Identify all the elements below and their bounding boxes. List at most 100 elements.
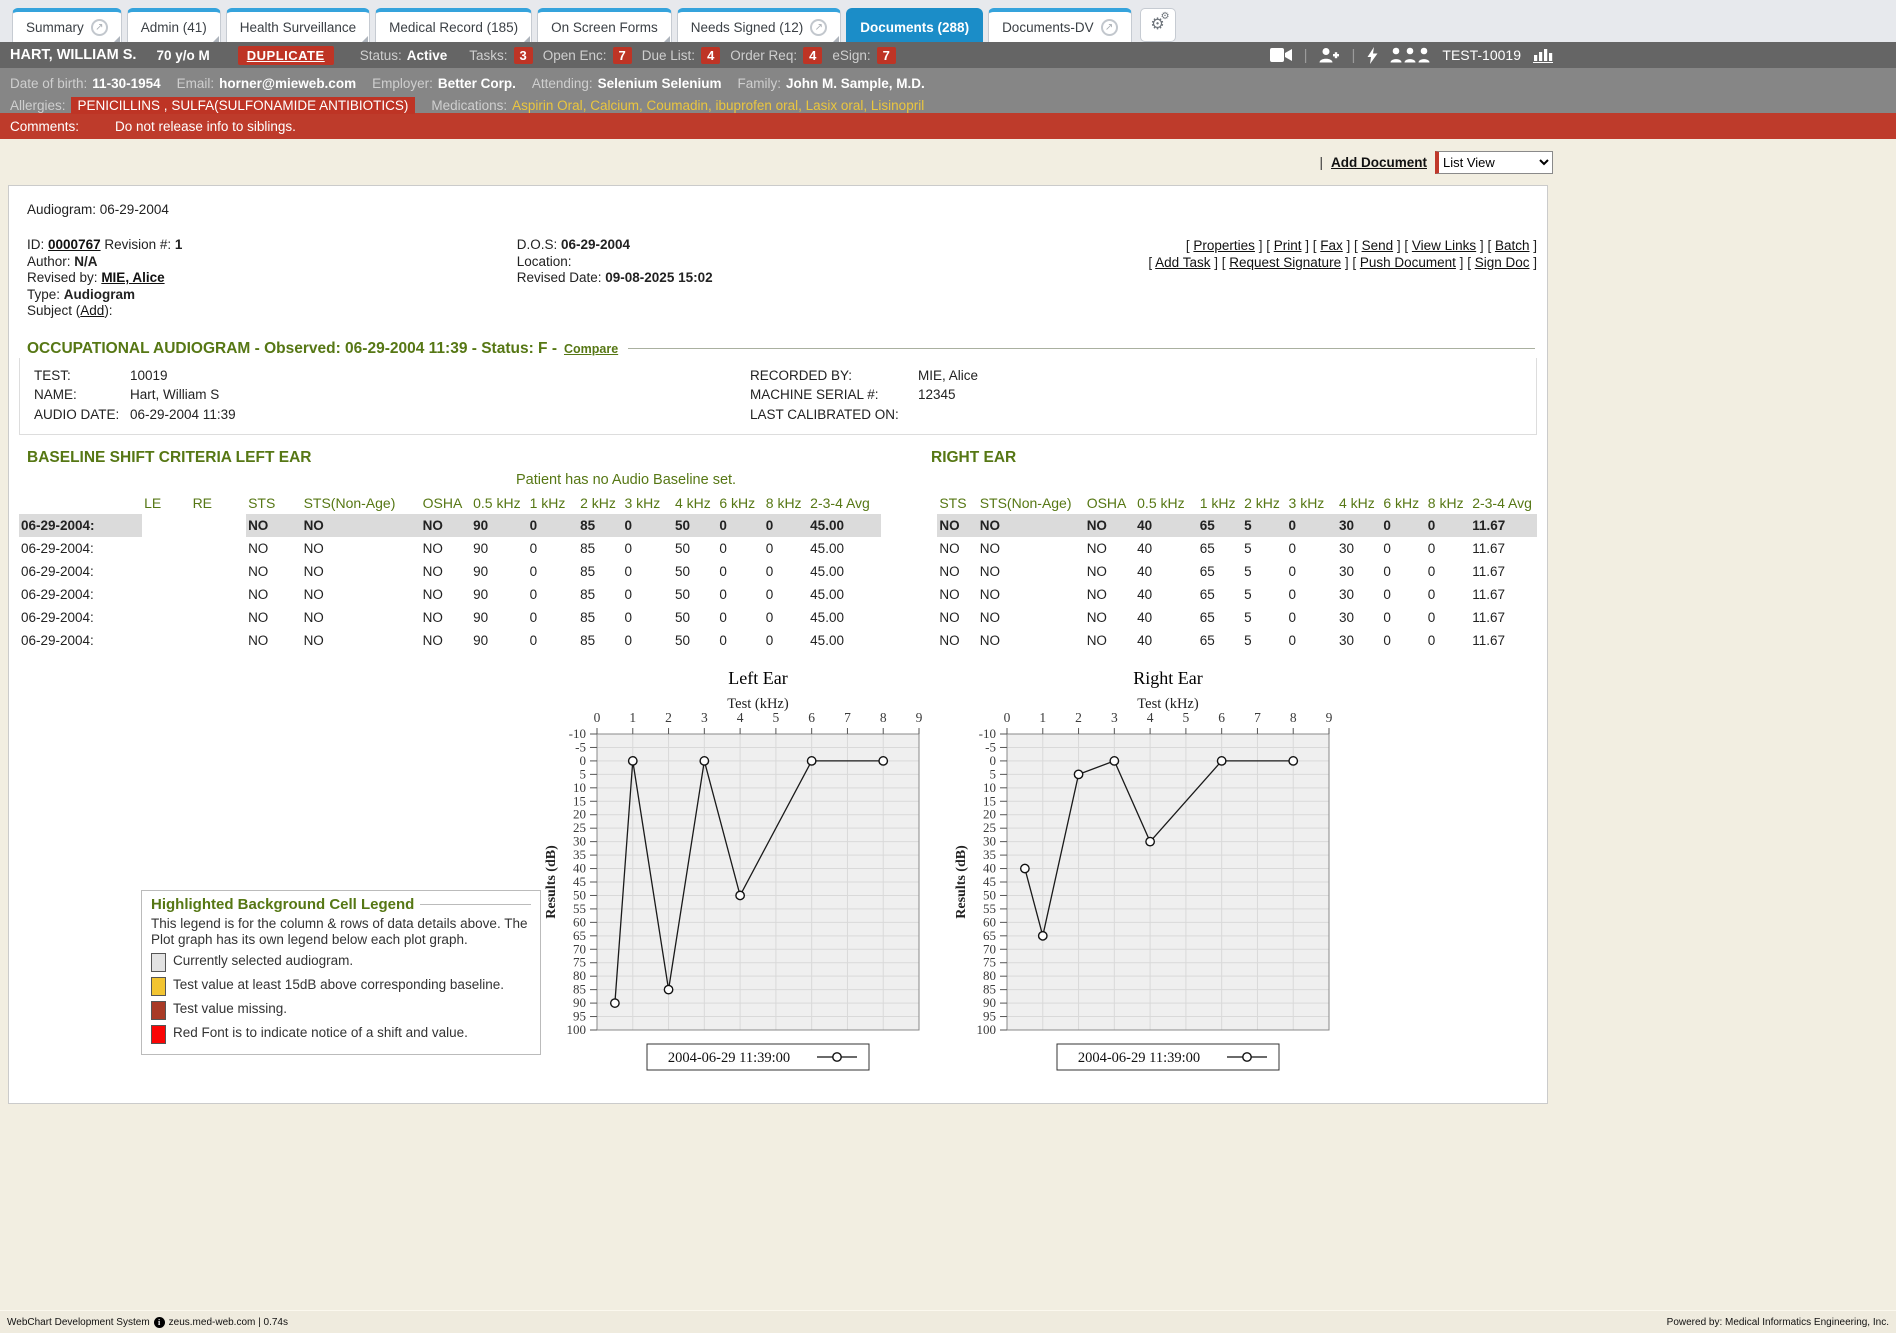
left-ear-cell: NO: [246, 583, 302, 606]
column-header: [19, 492, 142, 514]
audiogram-row[interactable]: 06-29-2004:NONONO900850500045.00NONONO40…: [19, 537, 1537, 560]
print-link[interactable]: Print: [1274, 238, 1302, 253]
left-ear-cell: 0: [622, 537, 672, 560]
audiogram-row[interactable]: 06-29-2004:NONONO900850500045.00NONONO40…: [19, 583, 1537, 606]
right-ear-cell: 5: [1242, 606, 1286, 629]
comments-label: Comments:: [10, 119, 79, 134]
divider: |: [1351, 47, 1355, 64]
column-header: OSHA: [421, 492, 471, 514]
right-ear-cell: NO: [1085, 514, 1135, 537]
type-value: Audiogram: [64, 287, 135, 302]
audiogram-row[interactable]: 06-29-2004:NONONO900850500045.00NONONO40…: [19, 514, 1537, 537]
medication-link[interactable]: Coumadin: [646, 98, 708, 113]
column-header: RE: [191, 492, 247, 514]
external-link-icon[interactable]: ↗: [1101, 19, 1118, 36]
left-ear-cell: 85: [578, 560, 622, 583]
counter-label: Tasks:: [469, 48, 507, 63]
compare-link[interactable]: Compare: [564, 342, 618, 356]
add-document-link[interactable]: Add Document: [1331, 155, 1427, 170]
tab-needs-signed-12[interactable]: Needs Signed (12)↗: [677, 8, 842, 42]
right-ear-cell: 40: [1135, 629, 1198, 652]
view-links-link[interactable]: View Links: [1412, 238, 1476, 253]
add-user-icon[interactable]: [1319, 47, 1339, 63]
column-header: 1 kHz: [1198, 492, 1242, 514]
video-call-icon[interactable]: [1270, 48, 1292, 62]
tab-on-screen-forms[interactable]: On Screen Forms: [537, 8, 672, 42]
push-document-link[interactable]: Push Document: [1360, 255, 1456, 270]
tab-label: Health Surveillance: [240, 20, 356, 35]
column-header: 0.5 kHz: [1135, 492, 1198, 514]
tab-dropdown-corner: [362, 36, 368, 42]
left-ear-cell: 90: [471, 514, 528, 537]
left-ear-cell: NO: [302, 514, 421, 537]
add-task-link[interactable]: Add Task: [1155, 255, 1210, 270]
tab-health-surveillance[interactable]: Health Surveillance: [226, 8, 370, 42]
properties-link[interactable]: Properties: [1193, 238, 1255, 253]
external-link-icon[interactable]: ↗: [91, 19, 108, 36]
demographic-label: Attending:: [532, 76, 593, 91]
right-ear-cell: 65: [1198, 514, 1242, 537]
duplicate-badge[interactable]: DUPLICATE: [238, 46, 334, 65]
medication-link[interactable]: Lasix oral: [806, 98, 864, 113]
medication-link[interactable]: Aspirin Oral: [512, 98, 583, 113]
footer-left: WebChart Development System i zeus.med-w…: [7, 1317, 288, 1328]
right-ear-cell: 30: [1337, 560, 1381, 583]
revised-by-link[interactable]: MIE, Alice: [101, 270, 164, 285]
stats-chart-icon[interactable]: [1533, 47, 1553, 63]
revised-date-value: 09-08-2025 15:02: [605, 270, 712, 285]
tab-admin-41[interactable]: Admin (41): [127, 8, 221, 42]
audiogram-row[interactable]: 06-29-2004:NONONO900850500045.00NONONO40…: [19, 629, 1537, 652]
revised-by-label: Revised by:: [27, 270, 98, 285]
settings-gear-button[interactable]: ⚙ ⚙: [1140, 8, 1176, 42]
document-meta: ID: 0000767 Revision #: 1 Author: N/A Re…: [19, 237, 1537, 320]
tab-dropdown-corner: [524, 36, 530, 42]
info-icon[interactable]: i: [154, 1317, 165, 1328]
ear-headings: BASELINE SHIFT CRITERIA LEFT EAR RIGHT E…: [19, 449, 1537, 467]
demographic-label: Family:: [737, 76, 781, 91]
left-ear-cell: 90: [471, 583, 528, 606]
subject-add-link[interactable]: Add: [80, 303, 104, 318]
request-signature-link[interactable]: Request Signature: [1229, 255, 1341, 270]
external-link-icon[interactable]: ↗: [810, 19, 827, 36]
tab-summary[interactable]: Summary↗: [12, 8, 122, 42]
left-ear-cell: [191, 514, 247, 537]
counter-badge[interactable]: 7: [877, 47, 896, 64]
medication-link[interactable]: Calcium: [590, 98, 639, 113]
baseline-heading-left: BASELINE SHIFT CRITERIA LEFT EAR: [19, 449, 931, 467]
sign-doc-link[interactable]: Sign Doc: [1475, 255, 1530, 270]
audiogram-section-header: OCCUPATIONAL AUDIOGRAM - Observed: 06-29…: [19, 340, 1537, 358]
column-header: 6 kHz: [1381, 492, 1425, 514]
fax-link[interactable]: Fax: [1320, 238, 1343, 253]
batch-link[interactable]: Batch: [1495, 238, 1530, 253]
view-mode-select[interactable]: List View: [1435, 151, 1553, 174]
counter-open-enc: Open Enc:7: [543, 47, 632, 64]
counter-badge[interactable]: 3: [514, 47, 533, 64]
allergies-badge[interactable]: PENICILLINS , SULFA(SULFONAMIDE ANTIBIOT…: [71, 97, 416, 114]
svg-text:4: 4: [1147, 710, 1154, 725]
send-link[interactable]: Send: [1362, 238, 1394, 253]
tab-dropdown-corner: [664, 36, 670, 42]
column-header: 2 kHz: [1242, 492, 1286, 514]
patient-group-icon[interactable]: [1390, 47, 1430, 63]
left-ear-cell: NO: [246, 514, 302, 537]
counter-badge[interactable]: 4: [701, 47, 720, 64]
left-ear-cell: NO: [246, 606, 302, 629]
left-ear-cell: 45.00: [808, 537, 881, 560]
tab-documents-288[interactable]: Documents (288): [846, 8, 983, 42]
medication-link[interactable]: ibuprofen oral: [716, 98, 799, 113]
tab-documents-dv[interactable]: Documents-DV↗: [988, 8, 1132, 42]
tab-medical-record-185[interactable]: Medical Record (185): [375, 8, 532, 42]
right-ear-cell: 11.67: [1470, 514, 1537, 537]
right-ear-cell: 40: [1135, 583, 1198, 606]
demographic-pair: Family:John M. Sample, M.D.: [737, 76, 924, 91]
left-ear-cell: 0: [622, 606, 672, 629]
fieldset-line: [420, 904, 531, 905]
document-id-link[interactable]: 0000767: [48, 237, 101, 252]
audiogram-row[interactable]: 06-29-2004:NONONO900850500045.00NONONO40…: [19, 606, 1537, 629]
counter-badge[interactable]: 4: [803, 47, 822, 64]
audiogram-row[interactable]: 06-29-2004:NONONO900850500045.00NONONO40…: [19, 560, 1537, 583]
counter-badge[interactable]: 7: [613, 47, 632, 64]
medication-link[interactable]: Lisinopril: [871, 98, 924, 113]
bolt-icon[interactable]: [1367, 47, 1378, 64]
allergies-label: Allergies:: [10, 98, 66, 113]
